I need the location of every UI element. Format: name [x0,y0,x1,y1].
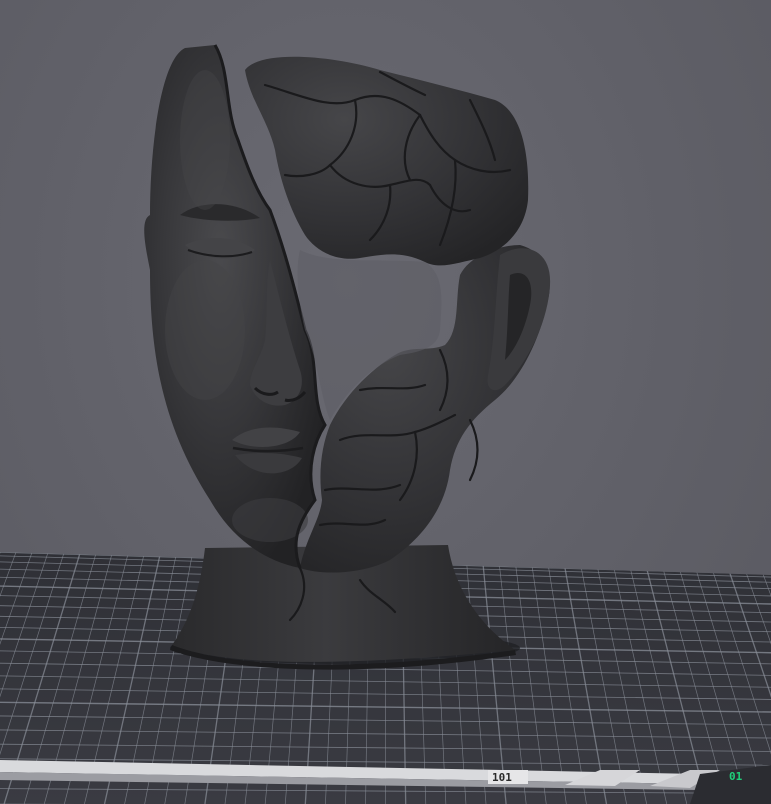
model-top-shell [245,56,529,266]
corner-label: 01 [729,770,743,783]
3d-viewport[interactable]: 101 01 [0,0,771,804]
scene-canvas[interactable]: 101 01 [0,0,771,804]
edge-label: 101 [492,771,512,784]
